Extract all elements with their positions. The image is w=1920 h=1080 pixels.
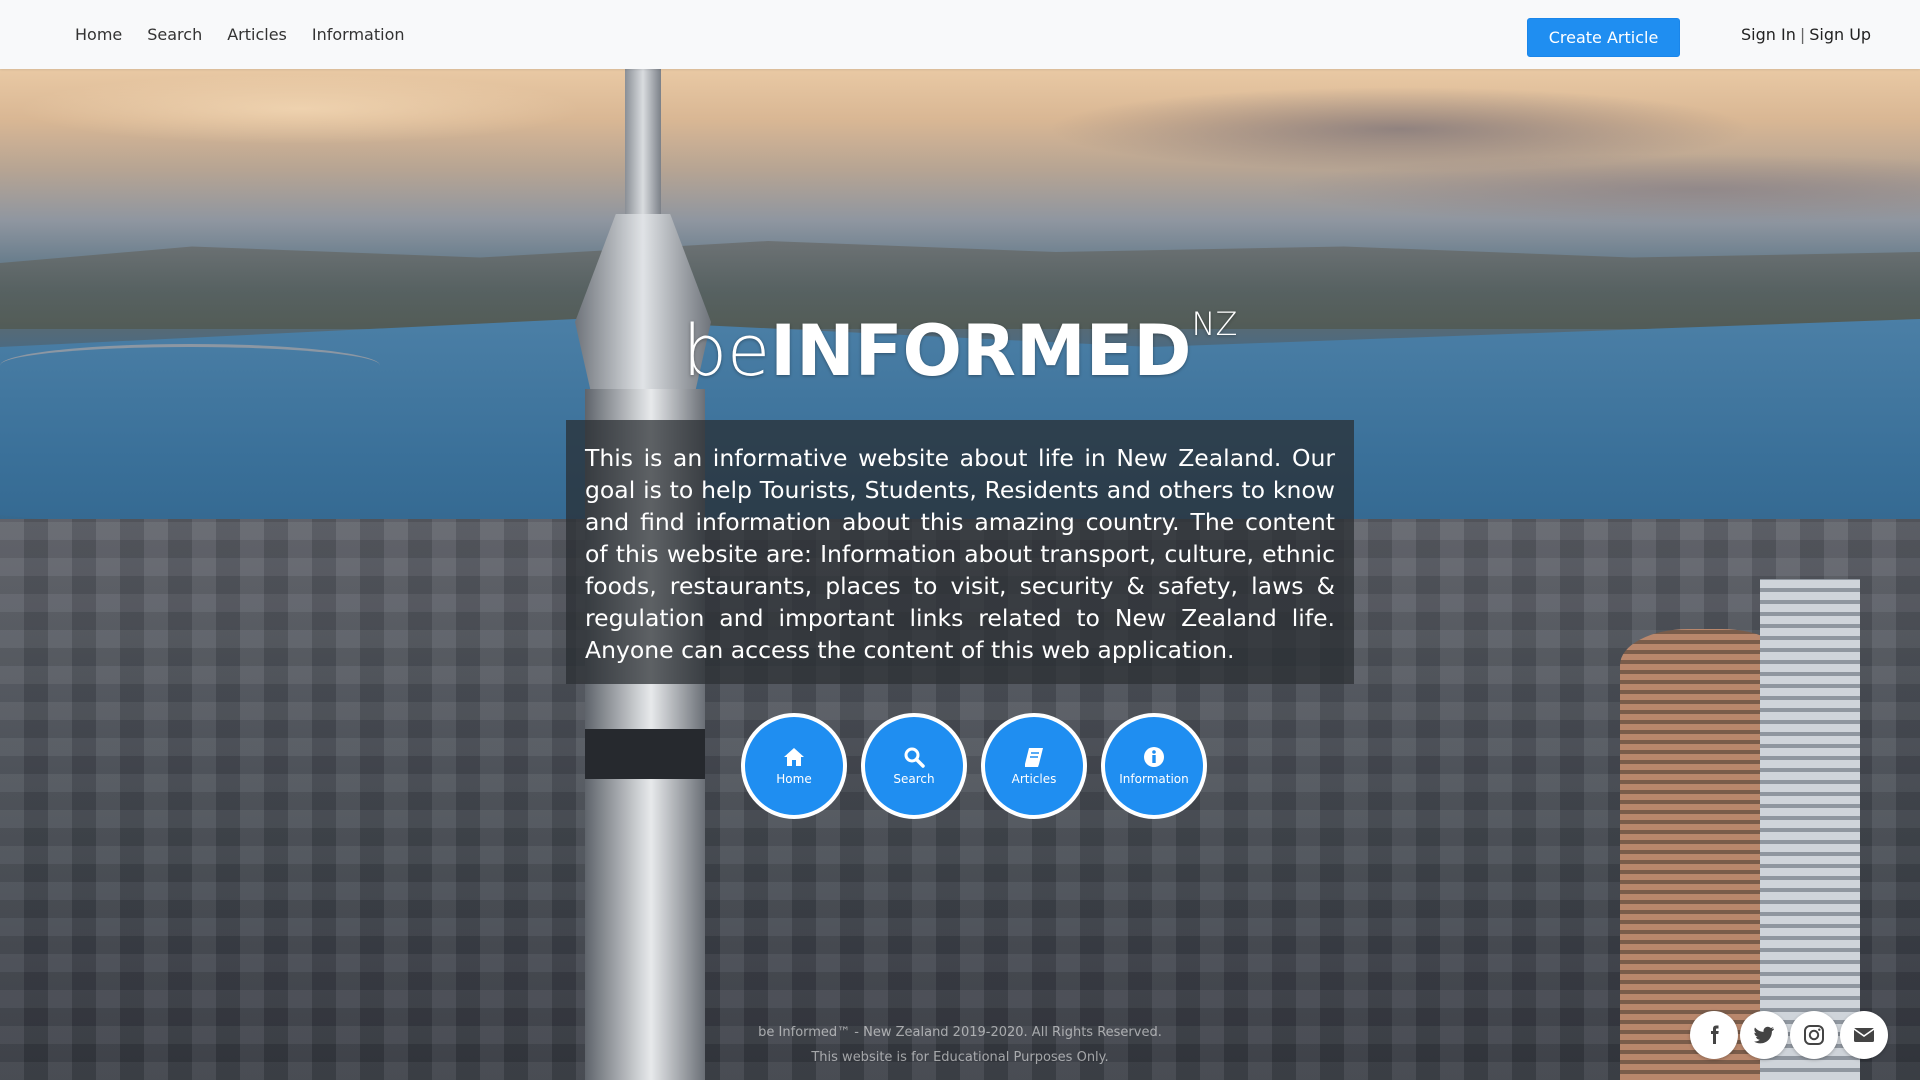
nav-link-home[interactable]: Home (75, 25, 122, 44)
sign-up-link[interactable]: Sign Up (1809, 25, 1871, 44)
footer: be Informed™ - New Zealand 2019-2020. Al… (0, 1020, 1920, 1070)
sky-tower-band (585, 729, 705, 779)
circle-home-label: Home (776, 772, 812, 786)
sky (0, 69, 1920, 269)
circle-information-button[interactable]: Information (1101, 713, 1207, 819)
instagram-icon[interactable] (1790, 1011, 1838, 1059)
search-icon (903, 746, 925, 768)
book-icon (1023, 746, 1045, 768)
circle-home-button[interactable]: Home (741, 713, 847, 819)
site-description: This is an informative website about lif… (566, 420, 1354, 684)
logo-be: be (682, 310, 771, 392)
nav-link-articles[interactable]: Articles (227, 25, 287, 44)
auth-links: Sign In | Sign Up (1741, 0, 1871, 69)
nav-links: Home Search Articles Information (75, 0, 405, 69)
circle-articles-label: Articles (1011, 772, 1057, 786)
footer-copyright: be Informed™ - New Zealand 2019-2020. Al… (758, 1025, 1162, 1040)
logo-informed: INFORMED (770, 310, 1192, 392)
footer-disclaimer: This website is for Educational Purposes… (811, 1050, 1109, 1065)
twitter-icon[interactable] (1740, 1011, 1788, 1059)
nav-link-search[interactable]: Search (147, 25, 202, 44)
circle-information-label: Information (1119, 772, 1189, 786)
office-tower (1760, 579, 1860, 1080)
site-logo: beINFORMEDNZ (0, 308, 1920, 386)
top-navbar: Home Search Articles Information Create … (0, 0, 1920, 69)
nav-link-information[interactable]: Information (312, 25, 405, 44)
circle-nav: Home Search Articles Information (741, 713, 1207, 819)
home-icon (783, 746, 805, 768)
auth-separator: | (1799, 25, 1806, 44)
circle-articles-button[interactable]: Articles (981, 713, 1087, 819)
facebook-icon[interactable] (1690, 1011, 1738, 1059)
envelope-icon[interactable] (1840, 1011, 1888, 1059)
sky-tower-mast (625, 69, 661, 219)
info-icon (1143, 746, 1165, 768)
circle-search-label: Search (893, 772, 935, 786)
circle-search-button[interactable]: Search (861, 713, 967, 819)
logo-nz: NZ (1191, 305, 1238, 343)
sign-in-link[interactable]: Sign In (1741, 25, 1796, 44)
social-links (1690, 1011, 1888, 1059)
create-article-button[interactable]: Create Article (1527, 18, 1680, 57)
